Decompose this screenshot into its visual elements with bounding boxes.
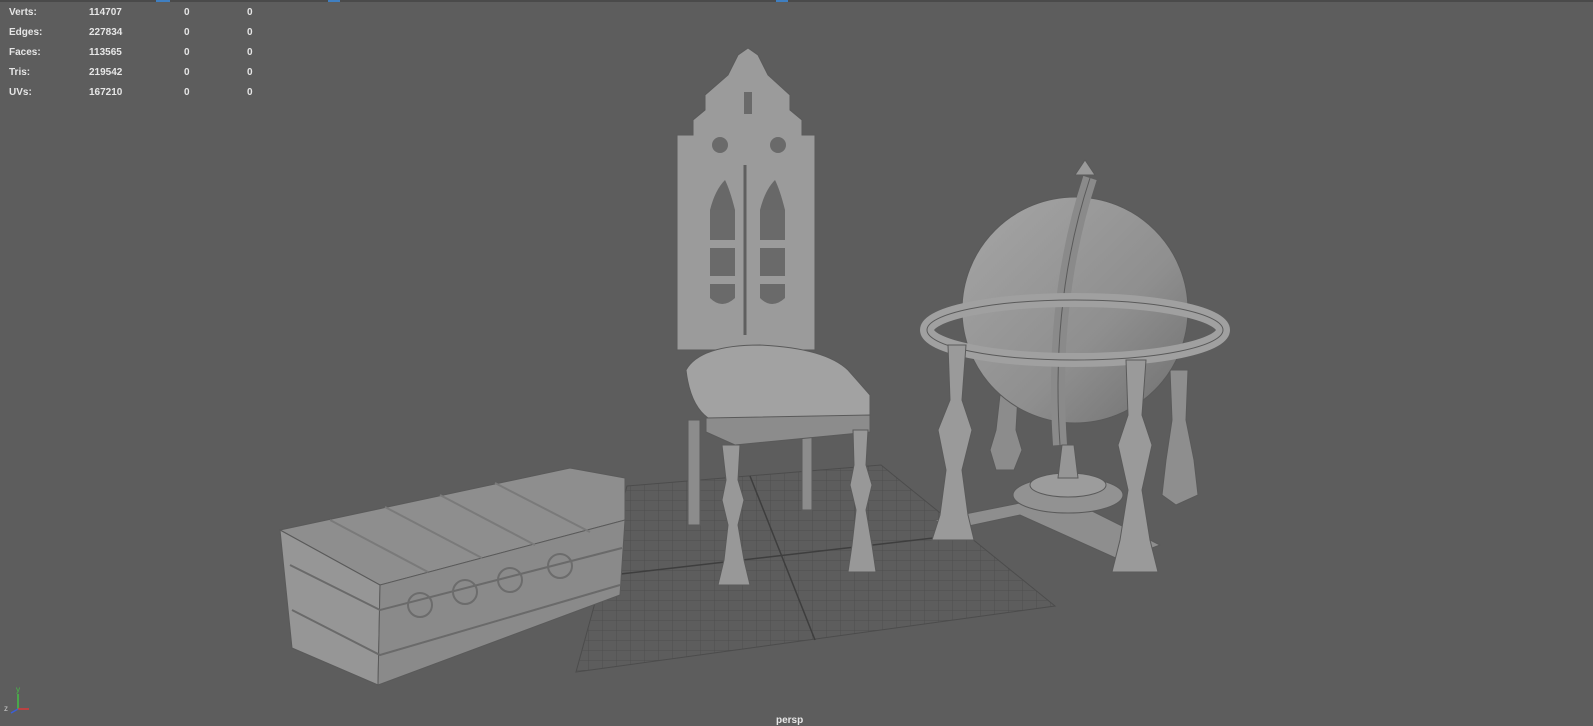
globe-model[interactable]: [920, 159, 1230, 573]
axis-gizmo-icon: y z: [4, 685, 29, 714]
hud-label: UVs:: [9, 87, 32, 98]
hud-value: 0: [184, 47, 190, 58]
hud-label: Edges:: [9, 27, 43, 38]
hud-row-tris: Tris: 219542 0 0: [9, 63, 269, 83]
hud-value: 167210: [89, 87, 123, 98]
y-axis-label: y: [16, 685, 20, 694]
ground-grid: [575, 464, 1057, 673]
chest-model[interactable]: [278, 467, 626, 686]
camera-name-label: persp: [776, 715, 804, 726]
hud-value: 0: [184, 7, 190, 18]
hud-value: 219542: [89, 67, 123, 78]
hud-value: 114707: [89, 7, 122, 18]
hud-label: Verts:: [9, 7, 37, 18]
hud-row-verts: Verts: 114707 0 0: [9, 3, 269, 23]
viewport-persp[interactable]: Verts: 114707 0 0 Edges: 227834 0 0 Face…: [0, 0, 1593, 726]
hud-value: 0: [184, 27, 190, 38]
hud-value: 0: [247, 67, 253, 78]
hud-value: 0: [184, 87, 190, 98]
hud-row-faces: Faces: 113565 0 0: [9, 43, 269, 63]
hud-value: 0: [247, 7, 253, 18]
hud-value: 0: [247, 27, 253, 38]
hud-value: 113565: [89, 47, 122, 58]
hud-value: 0: [184, 67, 190, 78]
hud-label: Faces:: [9, 47, 41, 58]
z-axis-label: z: [4, 704, 8, 713]
hud-value: 227834: [89, 27, 123, 38]
hud-value: 0: [247, 87, 253, 98]
poly-count-hud: Verts: 114707 0 0 Edges: 227834 0 0 Face…: [9, 3, 269, 103]
hud-value: 0: [247, 47, 253, 58]
hud-row-uvs: UVs: 167210 0 0: [9, 83, 269, 103]
z-axis-line: [10, 708, 19, 714]
hud-row-edges: Edges: 227834 0 0: [9, 23, 269, 43]
hud-label: Tris:: [9, 67, 31, 78]
scene-canvas[interactable]: [0, 0, 1593, 726]
